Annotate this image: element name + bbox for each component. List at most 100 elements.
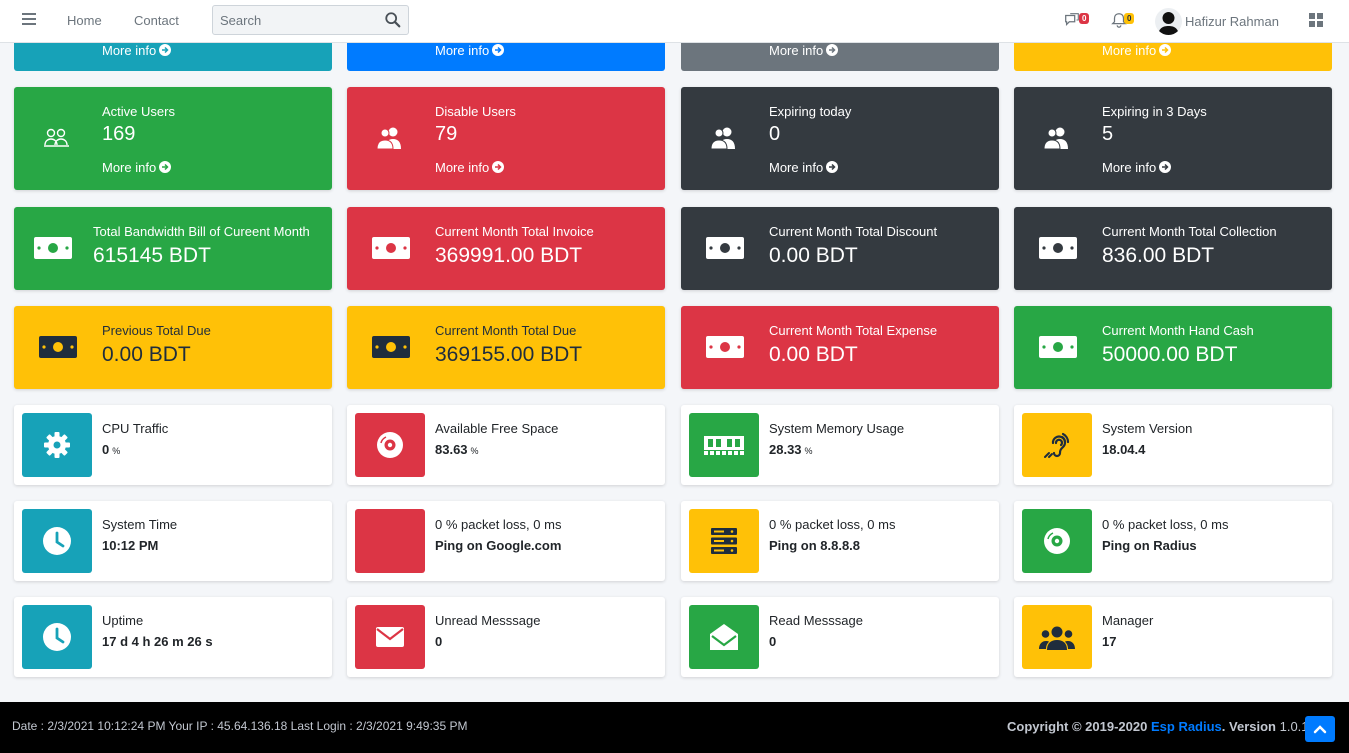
- info-value: 18.04.4: [1102, 442, 1146, 457]
- brand-link[interactable]: Esp Radius: [1151, 719, 1222, 734]
- info-box-icon: [1022, 605, 1092, 669]
- card-label: Expiring today: [769, 104, 852, 119]
- info-box-icon: [355, 605, 425, 669]
- money-bill-icon: [1039, 336, 1077, 358]
- system-version-box: System Version 18.04.4: [1014, 405, 1332, 485]
- copyright: Copyright © 2019-2020 Esp Radius. Versio…: [1007, 719, 1309, 734]
- money-bill-icon: [372, 336, 410, 358]
- card-value: 0.00 BDT: [769, 343, 858, 366]
- info-box-icon: [22, 509, 92, 573]
- card-value: 836.00 BDT: [1102, 244, 1215, 267]
- expiring-3-days-card: Expiring in 3 Days 5 More info: [1014, 87, 1332, 190]
- money-bill-icon: [1039, 237, 1077, 259]
- info-label: CPU Traffic: [102, 421, 169, 436]
- manager-box: Manager 17: [1014, 597, 1332, 677]
- info-box-icon: [1022, 509, 1092, 573]
- info-box-icon: [355, 413, 425, 477]
- month-total-due-card: Current Month Total Due 369155.00 BDT: [347, 306, 665, 389]
- info-label: System Time: [102, 517, 178, 532]
- info-value: 0%: [102, 442, 121, 457]
- grid-icon[interactable]: [1309, 13, 1323, 27]
- more-info-link[interactable]: More info: [1102, 160, 1172, 175]
- free-space-box: Available Free Space 83.63%: [347, 405, 665, 485]
- info-label: Manager: [1102, 613, 1154, 628]
- avatar: [1155, 8, 1182, 35]
- scroll-to-top-button[interactable]: [1305, 716, 1335, 742]
- read-message-box: Read Messsage 0: [681, 597, 999, 677]
- info-label: Available Free Space: [435, 421, 559, 436]
- info-label: System Memory Usage: [769, 421, 905, 436]
- info-label: Uptime: [102, 613, 144, 628]
- month-total-expense-card: Current Month Total Expense 0.00 BDT: [681, 306, 999, 389]
- info-value: 28.33%: [769, 442, 813, 457]
- nav-home-link[interactable]: Home: [67, 13, 102, 28]
- money-bill-icon: [372, 237, 410, 259]
- month-hand-cash-card: Current Month Hand Cash 50000.00 BDT: [1014, 306, 1332, 389]
- system-time-box: System Time 10:12 PM: [14, 501, 332, 581]
- clock-icon: [43, 527, 71, 555]
- users-icon: [710, 127, 735, 150]
- search-input[interactable]: [213, 6, 378, 34]
- card-label: Current Month Total Invoice: [435, 224, 594, 239]
- envelope-open-icon: [710, 624, 738, 650]
- top-card-strip: More info: [681, 43, 999, 71]
- card-value: 0: [769, 123, 781, 145]
- info-label: Read Messsage: [769, 613, 863, 628]
- ping-dns-box: 0 % packet loss, 0 ms Ping on 8.8.8.8: [681, 501, 999, 581]
- expiring-today-card: Expiring today 0 More info: [681, 87, 999, 190]
- menu-toggle-icon[interactable]: [22, 13, 36, 25]
- ping-radius-box: 0 % packet loss, 0 ms Ping on Radius: [1014, 501, 1332, 581]
- card-value: 5: [1102, 123, 1114, 145]
- info-label: System Version: [1102, 421, 1193, 436]
- arrow-circle-right-icon: [1159, 161, 1172, 173]
- card-value: 615145 BDT: [93, 244, 211, 267]
- user-group-icon: [1039, 626, 1075, 650]
- card-value: 0.00 BDT: [102, 343, 191, 366]
- user-name: Hafizur Rahman: [1185, 14, 1279, 29]
- top-card-strip: More info: [1014, 43, 1332, 71]
- gear-icon: [44, 432, 70, 458]
- info-box-icon: [689, 509, 759, 573]
- info-box-icon: [22, 605, 92, 669]
- more-info-link[interactable]: More info: [1102, 43, 1172, 58]
- disk-icon: [1044, 528, 1070, 554]
- money-bill-icon: [34, 237, 72, 259]
- top-card-strip: More info: [347, 43, 665, 71]
- notifications-badge: 0: [1124, 13, 1135, 24]
- clock-icon: [43, 623, 71, 651]
- envelope-icon: [376, 627, 404, 647]
- more-info-link[interactable]: More info: [435, 160, 505, 175]
- uptime-box: Uptime 17 d 4 h 26 m 26 s: [14, 597, 332, 677]
- ping-google-box: 0 % packet loss, 0 ms Ping on Google.com: [347, 501, 665, 581]
- footer: Date : 2/3/2021 10:12:24 PM Your IP : 45…: [0, 702, 1349, 753]
- card-label: Current Month Hand Cash: [1102, 323, 1254, 338]
- session-info: Date : 2/3/2021 10:12:24 PM Your IP : 45…: [12, 719, 468, 733]
- nav-contact-link[interactable]: Contact: [134, 13, 179, 28]
- server-icon: [711, 528, 737, 554]
- unread-message-box: Unread Messsage 0: [347, 597, 665, 677]
- card-label: Disable Users: [435, 104, 516, 119]
- more-info-link[interactable]: More info: [769, 160, 839, 175]
- search-icon[interactable]: [384, 11, 402, 29]
- more-info-link[interactable]: More info: [435, 43, 505, 58]
- arrow-circle-right-icon: [492, 44, 505, 56]
- more-info-link[interactable]: More info: [102, 160, 172, 175]
- card-value: 50000.00 BDT: [1102, 343, 1238, 366]
- card-label: Active Users: [102, 104, 175, 119]
- total-bandwidth-bill-card: Total Bandwidth Bill of Cureent Month 61…: [14, 207, 332, 290]
- arrow-circle-right-icon: [159, 161, 172, 173]
- info-box-icon: [22, 413, 92, 477]
- more-info-link[interactable]: More info: [102, 43, 172, 58]
- card-label: Current Month Total Due: [435, 323, 577, 338]
- users-icon: [376, 127, 401, 150]
- card-label: Previous Total Due: [102, 323, 211, 338]
- active-users-card: Active Users 169 More info: [14, 87, 332, 190]
- info-value: 17: [1102, 634, 1117, 649]
- more-info-link[interactable]: More info: [769, 43, 839, 58]
- cpu-traffic-box: CPU Traffic 0%: [14, 405, 332, 485]
- info-label: 0 % packet loss, 0 ms: [1102, 517, 1229, 532]
- arrow-circle-right-icon: [826, 44, 839, 56]
- chevron-up-icon: [1313, 725, 1327, 734]
- info-value: Ping on Google.com: [435, 538, 562, 553]
- info-box-icon: [689, 605, 759, 669]
